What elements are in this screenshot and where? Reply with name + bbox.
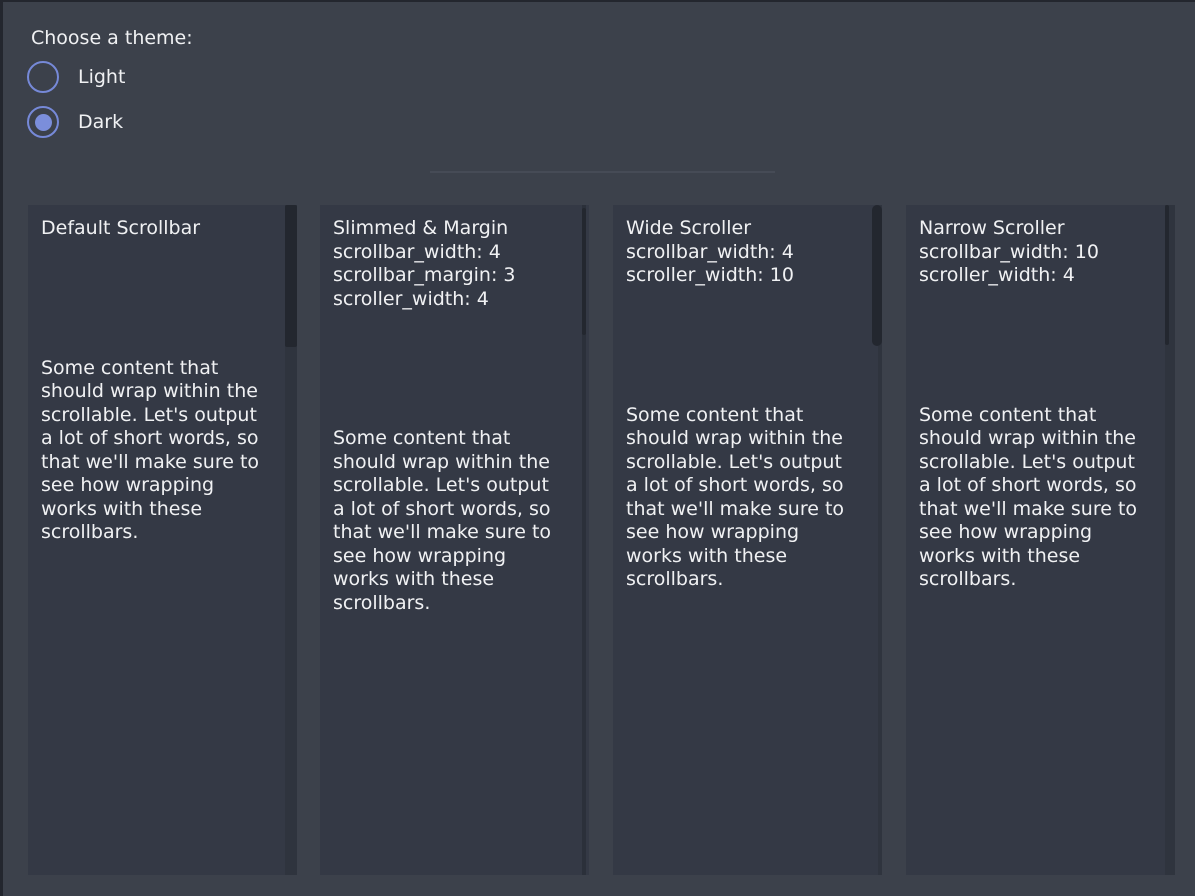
scrollbar-thumb[interactable] <box>285 205 297 347</box>
panel-body-text: Some content that should wrap within the… <box>41 357 277 545</box>
radio-dot-icon <box>35 114 52 131</box>
app-window: Choose a theme: Light Dark Default Scrol… <box>0 0 1195 896</box>
panel-content: Narrow Scroller scrollbar_width: 10 scro… <box>906 205 1161 875</box>
scroll-panel-wide-scroller[interactable]: Wide Scroller scrollbar_width: 4 scrolle… <box>613 205 882 875</box>
radio-dark-label: Dark <box>78 111 123 133</box>
panel-content: Default Scrollbar Some content that shou… <box>28 205 283 875</box>
scroll-panel-slimmed-margin[interactable]: Slimmed & Margin scrollbar_width: 4 scro… <box>320 205 589 875</box>
scrollbar-track[interactable] <box>582 205 586 875</box>
section-divider <box>430 171 775 173</box>
scrollbar-track[interactable] <box>1165 205 1175 875</box>
scrollbar-thumb[interactable] <box>1165 205 1169 345</box>
panel-body-text: Some content that should wrap within the… <box>626 404 862 592</box>
scroll-panel-default[interactable]: Default Scrollbar Some content that shou… <box>28 205 297 875</box>
radio-unselected-icon[interactable] <box>27 61 59 93</box>
radio-selected-icon[interactable] <box>27 106 59 138</box>
panel-content: Slimmed & Margin scrollbar_width: 4 scro… <box>320 205 575 875</box>
panel-title: Slimmed & Margin scrollbar_width: 4 scro… <box>333 217 569 311</box>
panel-body-text: Some content that should wrap within the… <box>919 404 1155 592</box>
panel-title: Wide Scroller scrollbar_width: 4 scrolle… <box>626 217 862 288</box>
panel-content: Wide Scroller scrollbar_width: 4 scrolle… <box>613 205 868 875</box>
panel-title: Default Scrollbar <box>41 217 277 241</box>
scrollbar-thumb[interactable] <box>582 208 586 335</box>
scrollbar-track[interactable] <box>878 205 882 875</box>
scrollbar-thumb[interactable] <box>872 205 882 346</box>
radio-option-light[interactable]: Light <box>27 61 125 93</box>
scrollbar-demo-row: Default Scrollbar Some content that shou… <box>28 205 1176 875</box>
radio-option-dark[interactable]: Dark <box>27 106 123 138</box>
radio-light-label: Light <box>78 66 125 88</box>
panel-title: Narrow Scroller scrollbar_width: 10 scro… <box>919 217 1155 288</box>
theme-chooser-label: Choose a theme: <box>31 27 193 50</box>
scrollbar-track[interactable] <box>285 205 297 875</box>
scroll-panel-narrow-scroller[interactable]: Narrow Scroller scrollbar_width: 10 scro… <box>906 205 1175 875</box>
panel-body-text: Some content that should wrap within the… <box>333 427 569 615</box>
